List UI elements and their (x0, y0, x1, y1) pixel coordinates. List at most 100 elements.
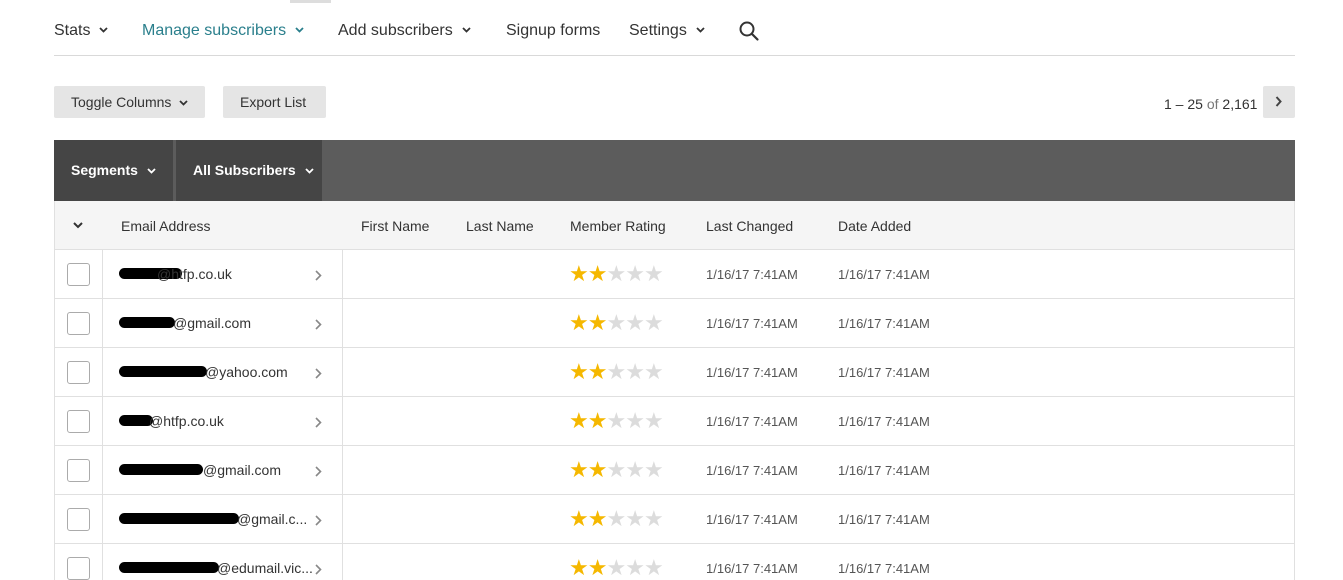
cell-divider (342, 495, 343, 544)
star-filled-icon: ★ (587, 458, 608, 483)
nav-add-subscribers-label: Add subscribers (338, 22, 453, 39)
subscribers-table: Email Address First Name Last Name Membe… (54, 201, 1295, 580)
date-added-value: 1/16/17 7:41AM (838, 561, 930, 576)
row-checkbox[interactable] (67, 263, 90, 286)
chevron-right-icon[interactable] (315, 515, 322, 526)
chevron-down-icon (696, 27, 705, 33)
member-rating-stars: ★★★★★ (569, 262, 664, 287)
email-redaction (119, 562, 219, 573)
toggle-columns-label: Toggle Columns (71, 94, 172, 110)
row-checkbox[interactable] (67, 361, 90, 384)
cell-divider (102, 397, 103, 446)
star-empty-icon: ★ (625, 409, 645, 434)
segments-label: Segments (71, 162, 138, 178)
next-page-button[interactable] (1263, 86, 1295, 118)
star-empty-icon: ★ (606, 507, 626, 532)
chevron-right-icon[interactable] (315, 417, 322, 428)
cell-divider (342, 446, 343, 495)
email-redaction (119, 317, 175, 328)
cell-divider (102, 348, 103, 397)
export-list-button[interactable]: Export List (223, 86, 326, 118)
column-date-added[interactable]: Date Added (838, 218, 911, 234)
search-icon[interactable] (738, 20, 760, 42)
chevron-right-icon[interactable] (315, 564, 322, 575)
table-row[interactable]: @yahoo.com ★★★★★ 1/16/17 7:41AM 1/16/17 7:4… (55, 348, 1294, 397)
date-added-value: 1/16/17 7:41AM (838, 512, 930, 527)
column-member-rating[interactable]: Member Rating (570, 218, 666, 234)
email-address[interactable]: @gmail.com (173, 315, 251, 331)
cell-divider (342, 299, 343, 348)
email-address[interactable]: @gmail.c... (237, 511, 307, 527)
email-address[interactable]: @htfp.co.uk (157, 266, 232, 282)
email-address[interactable]: @yahoo.com (205, 364, 288, 380)
star-empty-icon: ★ (606, 458, 626, 483)
star-filled-icon: ★ (587, 360, 608, 385)
row-checkbox[interactable] (67, 459, 90, 482)
table-row[interactable]: @htfp.co.uk ★★★★★ 1/16/17 7:41AM 1/16/17 7:… (55, 397, 1294, 446)
email-address[interactable]: @gmail.com (203, 462, 281, 478)
star-empty-icon: ★ (625, 507, 645, 532)
star-empty-icon: ★ (625, 458, 645, 483)
toggle-columns-button[interactable]: Toggle Columns (54, 86, 205, 118)
cell-divider (342, 348, 343, 397)
select-all-chevron-icon[interactable] (73, 222, 83, 229)
last-changed-value: 1/16/17 7:41AM (706, 316, 798, 331)
star-empty-icon: ★ (606, 311, 626, 336)
date-added-value: 1/16/17 7:41AM (838, 463, 930, 478)
email-redaction (119, 513, 239, 524)
date-added-value: 1/16/17 7:41AM (838, 414, 930, 429)
star-filled-icon: ★ (569, 311, 589, 336)
table-row[interactable]: @htfp.co.uk ★★★★★ 1/16/17 7:41AM 1/16/17 7:… (55, 250, 1294, 299)
cell-divider (342, 397, 343, 446)
star-empty-icon: ★ (606, 360, 626, 385)
nav-stats[interactable]: Stats (54, 21, 109, 41)
chevron-right-icon[interactable] (315, 466, 322, 477)
email-address[interactable]: @edumail.vic... (217, 560, 313, 576)
cell-divider (102, 299, 103, 348)
row-checkbox[interactable] (67, 312, 90, 335)
cell-divider (102, 250, 103, 299)
segments-dropdown[interactable]: Segments (54, 140, 174, 201)
member-rating-stars: ★★★★★ (569, 360, 664, 385)
table-row[interactable]: @gmail.com ★★★★★ 1/16/17 7:41AM 1/16/17 7:4… (55, 446, 1294, 495)
chevron-right-icon[interactable] (315, 270, 322, 281)
segment-bar: Segments All Subscribers (54, 140, 1295, 201)
star-empty-icon: ★ (625, 311, 645, 336)
nav-settings[interactable]: Settings (629, 21, 705, 41)
row-checkbox[interactable] (67, 410, 90, 433)
member-rating-stars: ★★★★★ (569, 556, 664, 580)
star-empty-icon: ★ (625, 262, 645, 287)
column-last-name[interactable]: Last Name (466, 218, 534, 234)
nav-settings-label: Settings (629, 22, 687, 39)
email-address[interactable]: @htfp.co.uk (149, 413, 224, 429)
all-subscribers-label: All Subscribers (193, 162, 296, 178)
star-empty-icon: ★ (606, 556, 626, 580)
nav-signup-forms[interactable]: Signup forms (506, 21, 600, 41)
star-filled-icon: ★ (569, 409, 589, 434)
chevron-right-icon[interactable] (315, 368, 322, 379)
row-checkbox[interactable] (67, 557, 90, 580)
nav-manage-subscribers[interactable]: Manage subscribers (142, 21, 304, 41)
column-email[interactable]: Email Address (121, 218, 210, 234)
star-filled-icon: ★ (569, 556, 589, 580)
star-filled-icon: ★ (587, 409, 608, 434)
chevron-right-icon[interactable] (315, 319, 322, 330)
star-filled-icon: ★ (569, 507, 589, 532)
cell-divider (102, 446, 103, 495)
top-navigation: Stats Manage subscribers Add subscribers… (54, 0, 1295, 56)
row-checkbox[interactable] (67, 508, 90, 531)
nav-add-subscribers[interactable]: Add subscribers (338, 21, 471, 41)
nav-manage-subscribers-label: Manage subscribers (142, 22, 287, 39)
table-row[interactable]: @gmail.com ★★★★★ 1/16/17 7:41AM 1/16/17 7:4… (55, 299, 1294, 348)
star-empty-icon: ★ (606, 409, 626, 434)
column-first-name[interactable]: First Name (361, 218, 429, 234)
star-empty-icon: ★ (643, 262, 664, 287)
chevron-right-icon (1275, 96, 1282, 107)
export-list-label: Export List (240, 94, 307, 110)
column-last-changed[interactable]: Last Changed (706, 218, 793, 234)
all-subscribers-dropdown[interactable]: All Subscribers (176, 140, 322, 201)
last-changed-value: 1/16/17 7:41AM (706, 561, 798, 576)
table-row[interactable]: @edumail.vic... ★★★★★ 1/16/17 7:41AM 1/16/1… (55, 544, 1294, 580)
table-row[interactable]: @gmail.c... ★★★★★ 1/16/17 7:41AM 1/16/17 7:… (55, 495, 1294, 544)
chevron-down-icon (462, 27, 471, 33)
